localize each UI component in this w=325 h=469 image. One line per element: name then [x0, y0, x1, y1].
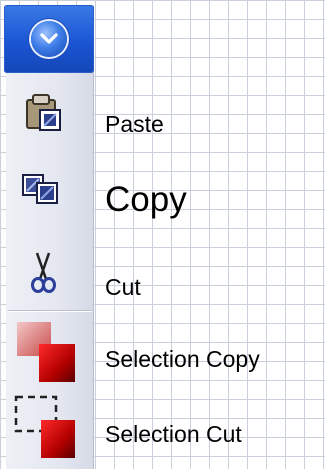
paste-icon — [26, 94, 61, 131]
paste-button[interactable] — [6, 88, 93, 148]
selection-copy-label: Selection Copy — [105, 346, 260, 372]
toolbar-dropdown-button[interactable] — [4, 5, 94, 73]
copy-icon — [22, 174, 58, 204]
cut-button[interactable] — [6, 245, 93, 305]
selection-cut-label: Selection Cut — [105, 421, 242, 447]
copy-label: Copy — [105, 180, 187, 219]
scissors-icon — [31, 252, 56, 293]
copy-button[interactable] — [6, 160, 93, 220]
selection-cut-button[interactable] — [6, 392, 93, 458]
toolbar-separator — [8, 310, 92, 312]
chevron-down-circle-icon — [31, 21, 67, 57]
cut-label: Cut — [105, 274, 141, 300]
paste-label: Paste — [105, 111, 164, 137]
selection-copy-icon — [17, 322, 75, 382]
selection-cut-icon — [14, 395, 75, 458]
selection-copy-button[interactable] — [6, 318, 93, 382]
